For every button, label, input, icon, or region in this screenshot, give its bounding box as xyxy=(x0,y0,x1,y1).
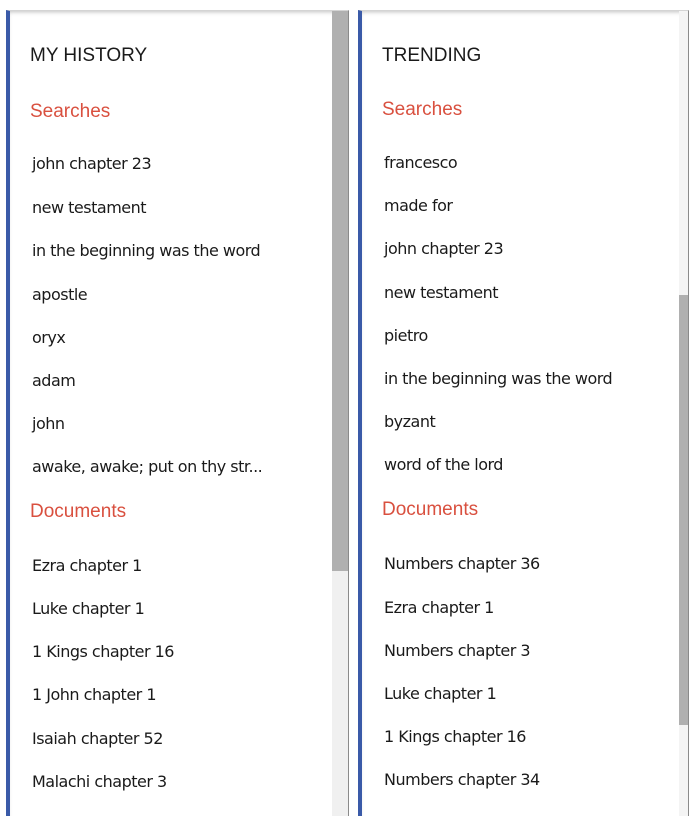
history-scrollbar[interactable] xyxy=(332,11,348,816)
history-document-item[interactable]: Ezra chapter 1 xyxy=(32,556,142,576)
trending-scrollbar[interactable] xyxy=(679,11,688,816)
trending-search-item[interactable]: new testament xyxy=(384,283,499,303)
trending-search-item[interactable]: pietro xyxy=(384,326,428,346)
trending-document-item[interactable]: Luke chapter 1 xyxy=(384,684,497,704)
history-document-item[interactable]: Malachi chapter 3 xyxy=(32,772,167,792)
trending-search-item[interactable]: word of the lord xyxy=(384,455,503,475)
history-search-item[interactable]: apostle xyxy=(32,285,88,305)
trending-document-item[interactable]: Numbers chapter 36 xyxy=(384,554,540,574)
trending-search-item[interactable]: francesco xyxy=(384,153,458,173)
history-panel: MY HISTORY Searches john chapter 23 new … xyxy=(6,10,349,816)
history-search-item[interactable]: john xyxy=(32,414,65,434)
history-search-item[interactable]: oryx xyxy=(32,328,66,348)
history-scrollbar-thumb[interactable] xyxy=(332,11,348,571)
history-searches-heading: Searches xyxy=(30,101,111,122)
history-document-item[interactable]: 1 John chapter 1 xyxy=(32,685,157,705)
trending-panel: TRENDING Searches francesco made for joh… xyxy=(358,10,689,816)
history-document-item[interactable]: Luke chapter 1 xyxy=(32,599,145,619)
history-title: MY HISTORY xyxy=(30,45,148,66)
trending-document-item[interactable]: 1 Kings chapter 16 xyxy=(384,727,526,747)
history-documents-heading: Documents xyxy=(30,501,127,522)
history-search-item[interactable]: adam xyxy=(32,371,76,391)
history-document-item[interactable]: 1 Kings chapter 16 xyxy=(32,642,174,662)
trending-searches-heading: Searches xyxy=(382,99,463,120)
history-search-item[interactable]: new testament xyxy=(32,198,147,218)
trending-document-item[interactable]: Numbers chapter 34 xyxy=(384,770,540,790)
trending-documents-heading: Documents xyxy=(382,499,479,520)
trending-title: TRENDING xyxy=(382,45,482,66)
trending-document-item[interactable]: Numbers chapter 3 xyxy=(384,641,531,661)
trending-search-item[interactable]: byzant xyxy=(384,412,436,432)
trending-search-item[interactable]: made for xyxy=(384,196,453,216)
history-document-item[interactable]: Isaiah chapter 52 xyxy=(32,729,163,749)
history-search-item[interactable]: awake, awake; put on thy str... xyxy=(32,457,263,477)
trending-search-item[interactable]: in the beginning was the word xyxy=(384,369,613,389)
history-search-item[interactable]: in the beginning was the word xyxy=(32,241,261,261)
trending-document-item[interactable]: Ezra chapter 1 xyxy=(384,598,494,618)
trending-search-item[interactable]: john chapter 23 xyxy=(384,239,504,259)
trending-scrollbar-thumb[interactable] xyxy=(679,295,688,725)
history-search-item[interactable]: john chapter 23 xyxy=(32,154,152,174)
